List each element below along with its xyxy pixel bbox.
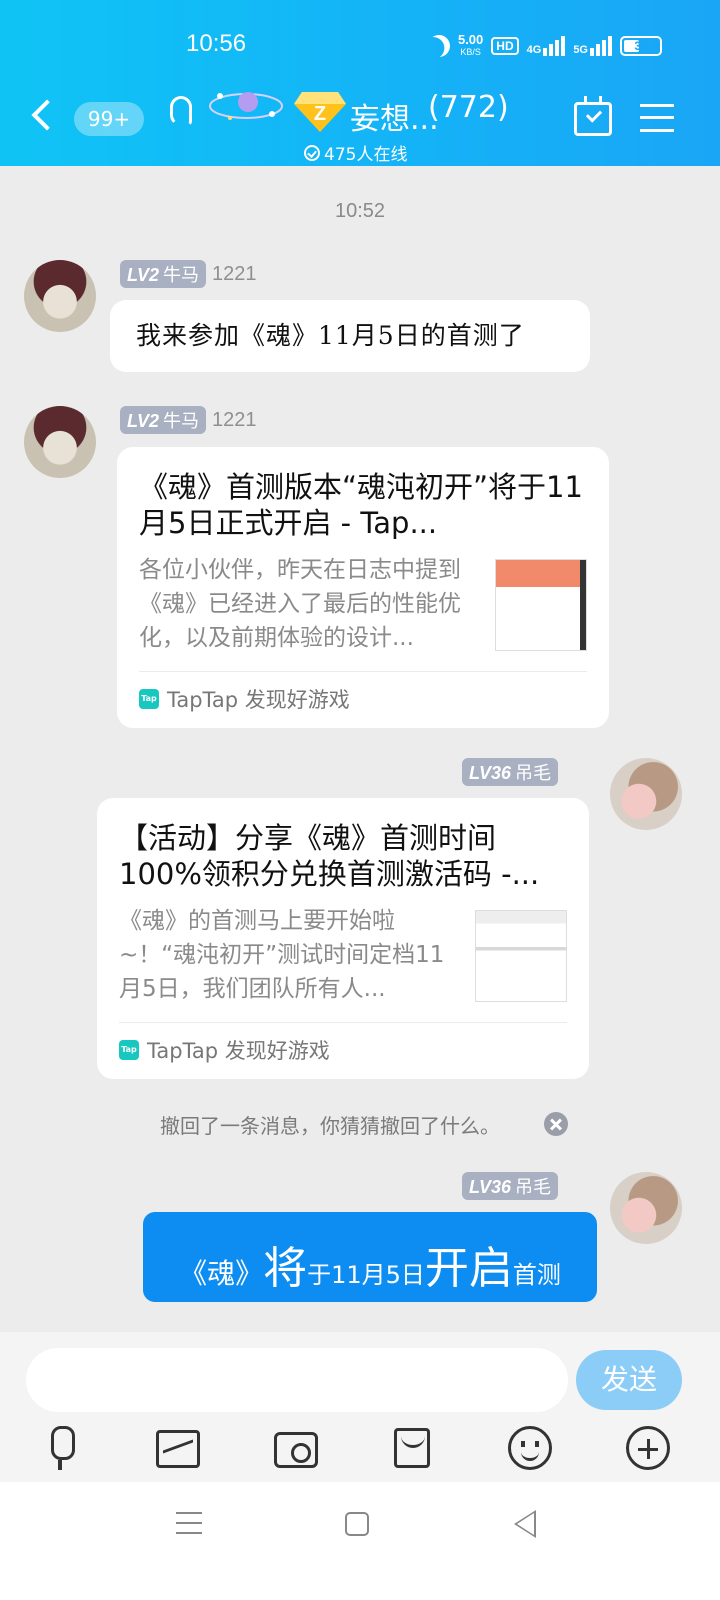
system-nav-bar [0,1482,720,1600]
card-title: 《魂》首测版本“魂沌初开”将于11月5日正式开启 - Tap... [139,470,583,540]
bubble-text-part: 将 [263,1243,308,1294]
mic-icon[interactable] [38,1426,82,1470]
level-badge: LV36 吊毛 [462,1172,559,1200]
time-divider: 10:52 [334,200,386,222]
status-time: 10:56 [186,30,247,57]
recall-notice-text: 撤回了一条消息，你猜猜撤回了什么。 [160,1114,500,1138]
battery-icon: 39 [620,36,662,56]
send-button[interactable]: 发送 [576,1350,682,1410]
menu-icon[interactable] [640,104,674,132]
taptap-icon: Tap [119,1040,139,1060]
moon-icon [425,32,453,60]
calendar-check-icon[interactable] [574,96,612,136]
recent-apps-icon[interactable] [176,1512,202,1534]
top-bar: 10:56 5.00 KB/S HD 4G 5G 39 99+ Z 妄想... (… [0,0,720,166]
card-thumbnail [475,910,567,1002]
card-description: 各位小伙伴，昨天在日志中提到《魂》已经进入了最后的性能优化，以及前期体验的设计.… [139,557,461,651]
avatar[interactable] [24,260,96,332]
sender-info: LV36 吊毛 [462,1172,559,1200]
card-source-label: TapTap 发现好游戏 [167,688,350,712]
taptap-icon: Tap [139,689,159,709]
card-source: Tap TapTap 发现好游戏 [119,1022,567,1079]
bubble-text-part: 开启 [424,1243,513,1294]
link-card[interactable]: 【活动】分享《魂》首测时间100%领积分兑换首测激活码 -... 《魂》的首测马… [97,798,589,1079]
vip-gem-icon: Z [294,92,346,132]
level-badge: LV2 牛马 [120,260,207,288]
sender-name[interactable]: 1221 [212,409,257,432]
nav-back-icon[interactable] [514,1510,536,1538]
close-icon[interactable] [544,1112,568,1136]
member-count[interactable]: (772) [428,90,509,125]
unread-badge[interactable]: 99+ [74,102,144,136]
message-bubble[interactable]: 我来参加《魂》11月5日的首测了 [110,300,590,372]
status-icons: 5.00 KB/S HD 4G 5G 39 [425,32,662,60]
avatar[interactable] [610,1172,682,1244]
online-text: 475人在线 [324,145,408,165]
bubble-text-part: 于11月5日 [307,1261,425,1289]
image-icon[interactable] [156,1430,200,1468]
ear-icon[interactable] [170,96,192,126]
input-area: 发送 [0,1332,720,1482]
sender-name[interactable]: 1221 [212,263,257,286]
hd-badge: HD [491,37,519,55]
card-source-label: TapTap 发现好游戏 [147,1039,330,1063]
message-bubble-styled[interactable]: 《魂》将于11月5日 开启 首测 [143,1212,597,1302]
bubble-text-part: 首测 [512,1261,561,1289]
sender-info: LV2 牛马 1221 [120,260,257,288]
link-card[interactable]: 《魂》首测版本“魂沌初开”将于11月5日正式开启 - Tap... 各位小伙伴，… [117,447,609,728]
avatar[interactable] [610,758,682,830]
plus-icon[interactable] [626,1426,670,1470]
signal-5g: 5G [573,36,612,56]
message-input[interactable] [26,1348,568,1412]
avatar[interactable] [24,406,96,478]
signal-4g: 4G [527,36,566,56]
redpacket-icon[interactable] [394,1428,430,1468]
level-badge: LV2 牛马 [120,406,207,434]
camera-icon[interactable] [274,1432,318,1468]
card-description: 《魂》的首测马上要开始啦~！“魂沌初开”测试时间定档11月5日，我们团队所有人.… [119,908,445,1002]
recall-notice: 撤回了一条消息，你猜猜撤回了什么。 [0,1110,720,1139]
svg-text:Z: Z [314,103,326,125]
group-name[interactable]: 妄想... [350,94,439,138]
level-badge: LV36 吊毛 [462,758,559,786]
back-icon[interactable] [31,99,63,131]
card-source: Tap TapTap 发现好游戏 [139,671,587,728]
online-check-icon [304,144,320,161]
sender-info: LV2 牛马 1221 [120,406,257,434]
sender-info: LV36 吊毛 [462,758,559,786]
decoration-icon [209,92,283,120]
online-status: 475人在线 [304,140,407,165]
bubble-text-part: 《魂》 [179,1257,264,1290]
network-speed: 5.00 KB/S [457,32,484,57]
home-icon[interactable] [345,1512,369,1536]
emoji-icon[interactable] [508,1426,552,1470]
card-thumbnail [495,559,587,651]
card-title: 【活动】分享《魂》首测时间100%领积分兑换首测激活码 -... [119,821,540,891]
